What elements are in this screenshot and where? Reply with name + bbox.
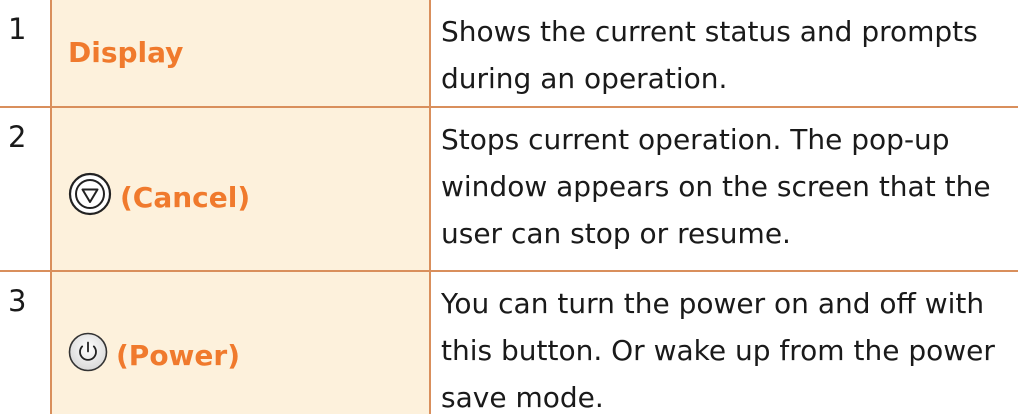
row-number: 2: [8, 120, 27, 154]
number-cell: 1: [0, 0, 52, 106]
row-number: 1: [8, 12, 27, 46]
button-name: (Power): [68, 332, 240, 380]
name-cell: Display: [52, 0, 431, 106]
description-text: You can turn the power on and off with t…: [441, 287, 995, 414]
number-cell: 2: [0, 108, 52, 270]
table-row: 2 (Cancel) Stops current operation. The …: [0, 108, 1018, 270]
number-cell: 3: [0, 272, 52, 414]
button-name: Display: [68, 36, 183, 70]
cancel-stop-icon: [68, 172, 112, 224]
table-row: 1 Display Shows the current status and p…: [0, 0, 1018, 106]
button-name-text: Display: [68, 36, 184, 69]
button-name-text: (Power): [116, 339, 241, 372]
name-cell: (Cancel): [52, 108, 431, 270]
description-cell: Shows the current status and prompts dur…: [431, 0, 1018, 106]
name-cell: (Power): [52, 272, 431, 414]
description-cell: Stops current operation. The pop-up wind…: [431, 108, 1018, 270]
power-icon: [68, 332, 108, 380]
description-cell: You can turn the power on and off with t…: [431, 272, 1018, 414]
control-panel-table: 1 Display Shows the current status and p…: [0, 0, 1018, 414]
row-number: 3: [8, 284, 27, 318]
button-name-text: (Cancel): [120, 181, 251, 214]
description-text: Stops current operation. The pop-up wind…: [441, 123, 991, 250]
table-row: 3 (Power) You can turn the power on and …: [0, 272, 1018, 414]
description-text: Shows the current status and prompts dur…: [441, 15, 978, 95]
button-name: (Cancel): [68, 172, 250, 224]
